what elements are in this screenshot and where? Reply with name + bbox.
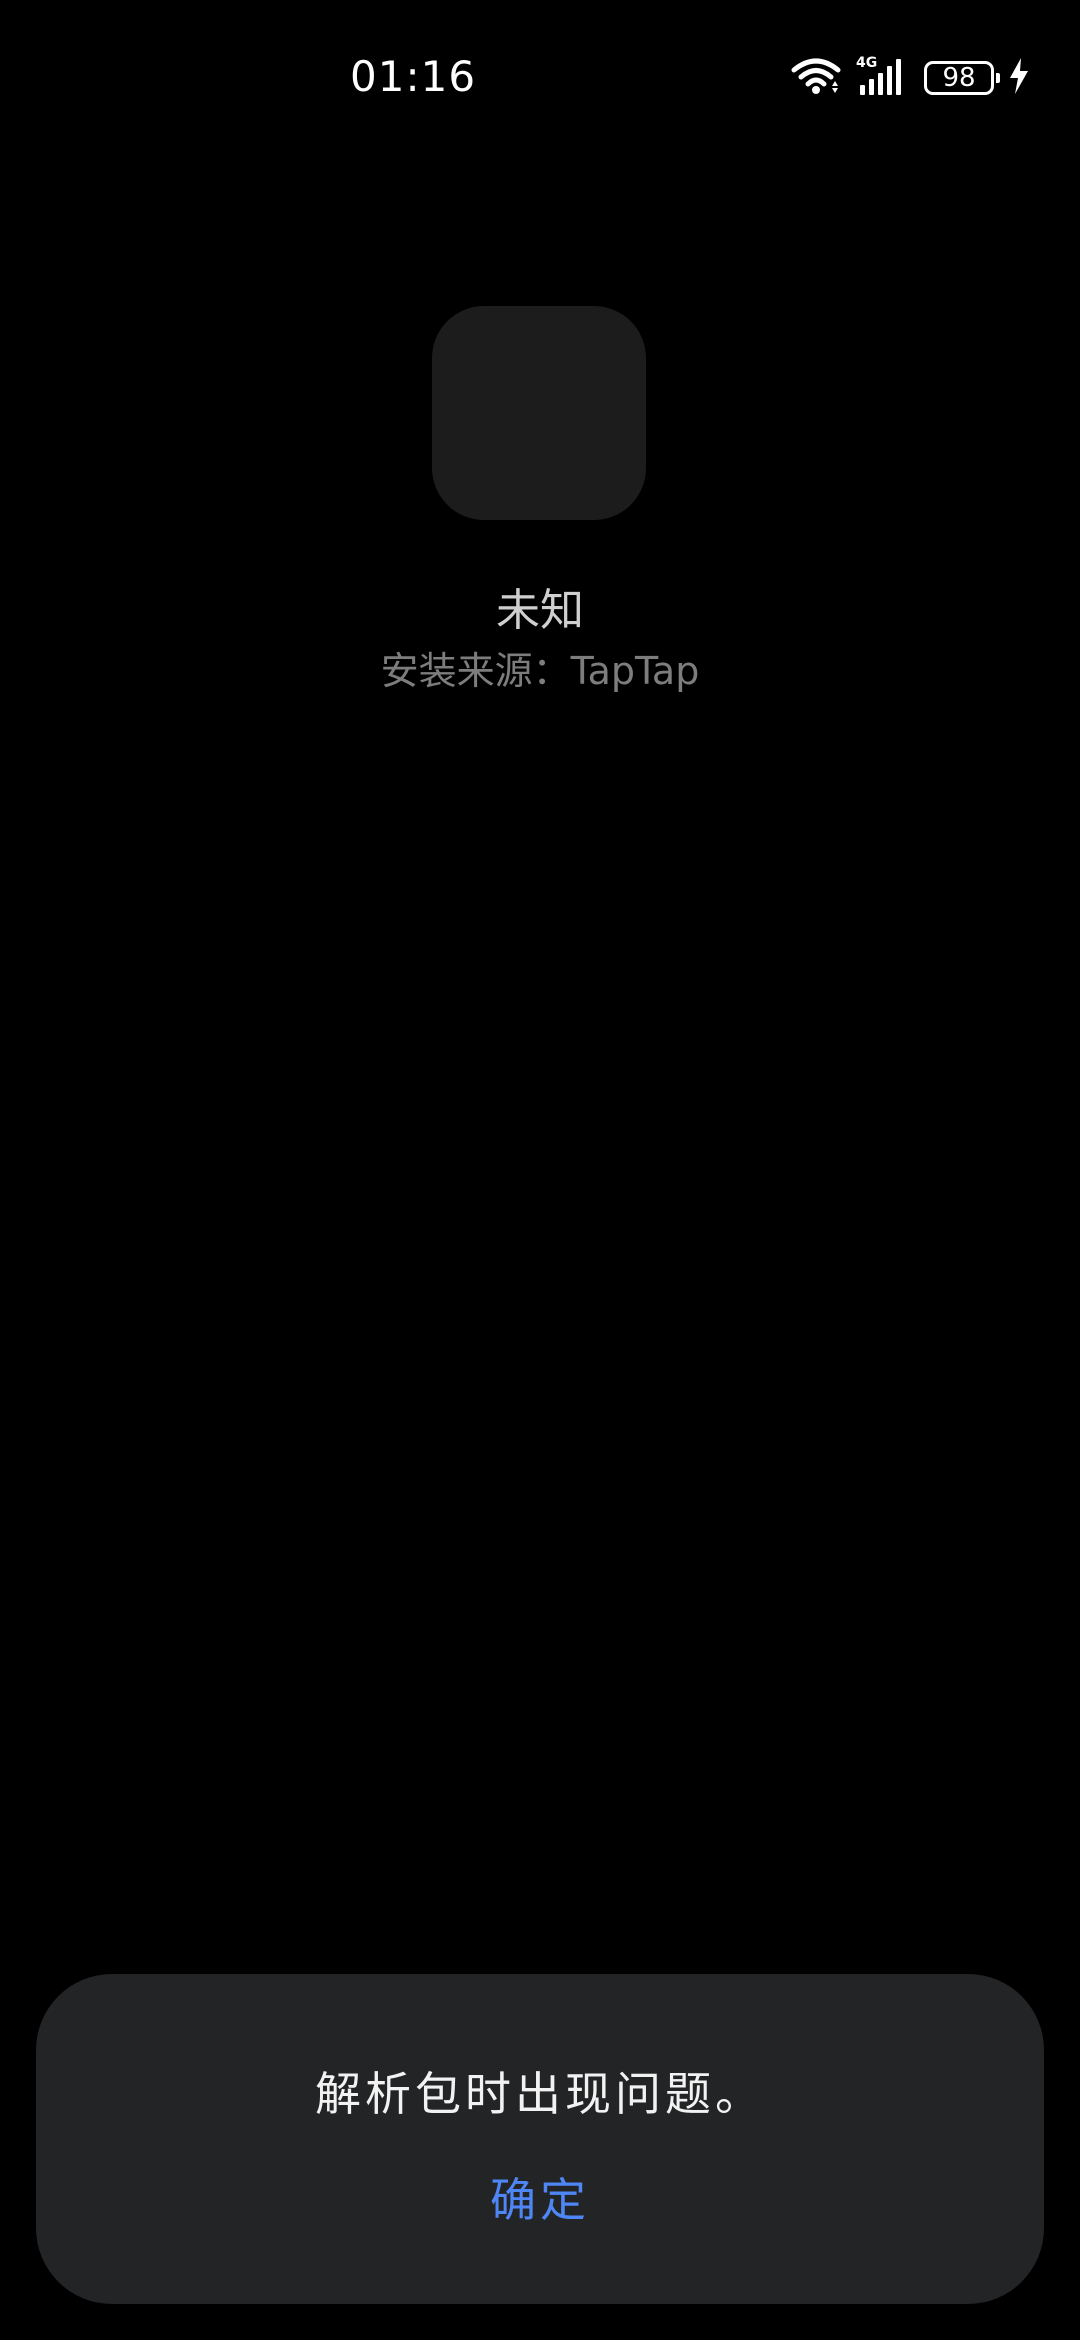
wifi-icon bbox=[790, 56, 842, 100]
status-bar: 01:16 4G 98 bbox=[0, 0, 1080, 150]
dialog-message: 解析包时出现问题。 bbox=[315, 2067, 765, 2121]
status-time: 01:16 bbox=[350, 52, 477, 101]
svg-text:4G: 4G bbox=[856, 55, 877, 71]
charging-bolt-icon bbox=[1008, 57, 1030, 99]
install-source-label: 安装来源：TapTap bbox=[380, 649, 700, 693]
app-name: 未知 bbox=[496, 585, 584, 636]
status-icons: 4G 98 bbox=[790, 55, 1030, 101]
battery-icon: 98 bbox=[924, 61, 1000, 95]
app-placeholder-icon bbox=[432, 306, 646, 520]
signal-4g-icon: 4G bbox=[856, 55, 910, 101]
confirm-button[interactable]: 确定 bbox=[440, 2160, 640, 2240]
error-dialog: 解析包时出现问题。 确定 bbox=[36, 1974, 1044, 2304]
battery-level: 98 bbox=[942, 63, 976, 93]
